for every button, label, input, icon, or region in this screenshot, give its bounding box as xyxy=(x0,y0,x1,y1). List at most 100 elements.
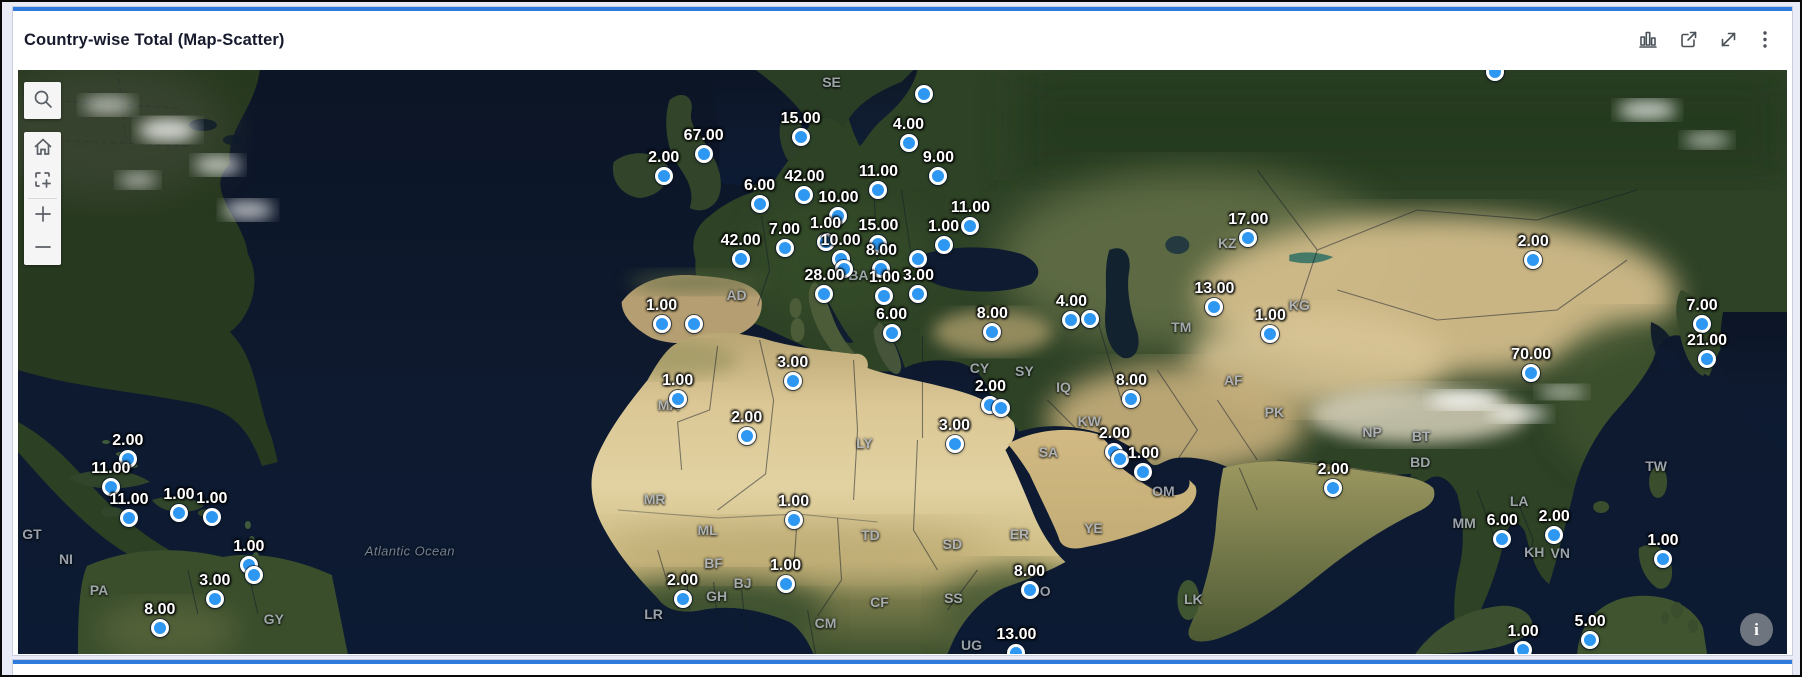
scatter-marker-icon[interactable] xyxy=(883,324,901,342)
scatter-marker-icon[interactable] xyxy=(1062,311,1080,329)
point-value-label: 13.00 xyxy=(996,626,1036,644)
point-value-label: 15.00 xyxy=(858,217,898,235)
scatter-marker-icon[interactable] xyxy=(1239,229,1257,247)
next-widget-top-accent xyxy=(13,660,1792,664)
scatter-marker-icon[interactable] xyxy=(784,372,802,390)
open-in-new-icon xyxy=(1678,29,1699,53)
scatter-marker-icon[interactable] xyxy=(792,128,810,146)
scatter-marker-icon[interactable] xyxy=(875,287,893,305)
scatter-marker-icon[interactable] xyxy=(732,250,750,268)
scatter-marker-icon[interactable] xyxy=(909,285,927,303)
scatter-marker-icon[interactable] xyxy=(685,315,703,333)
scatter-marker-icon[interactable] xyxy=(961,217,979,235)
scatter-marker-icon[interactable] xyxy=(776,239,794,257)
scatter-marker-icon[interactable] xyxy=(900,134,918,152)
expand-button[interactable] xyxy=(1716,27,1741,55)
map-zoom-in-button[interactable] xyxy=(24,199,61,232)
map-attribution-button[interactable]: i xyxy=(1740,613,1773,646)
scatter-marker-icon[interactable] xyxy=(1205,298,1223,316)
scatter-marker-icon[interactable] xyxy=(1007,644,1025,654)
scatter-marker-icon[interactable] xyxy=(1081,310,1099,328)
point-value-label: 1.00 xyxy=(1128,445,1159,463)
scatter-marker-icon[interactable] xyxy=(1693,315,1711,333)
map-canvas[interactable]: SEADMAMRMLBFBJGHLRTDSDERCFCMSSUGSOLYGTNI… xyxy=(18,70,1787,654)
scatter-marker-icon[interactable] xyxy=(119,450,137,468)
kebab-menu-icon xyxy=(1758,29,1772,53)
scatter-marker-icon[interactable] xyxy=(102,478,120,496)
scatter-marker-icon[interactable] xyxy=(815,285,833,303)
scatter-marker-icon[interactable] xyxy=(929,167,947,185)
scatter-marker-icon[interactable] xyxy=(751,195,769,213)
scatter-marker-icon[interactable] xyxy=(1698,350,1716,368)
point-value-label: 6.00 xyxy=(1487,512,1518,530)
scatter-marker-icon[interactable] xyxy=(1514,641,1532,654)
plus-icon xyxy=(32,203,54,228)
scatter-marker-icon[interactable] xyxy=(674,590,692,608)
point-value-label: 1.00 xyxy=(233,538,264,556)
point-value-label: 1.00 xyxy=(778,493,809,511)
scatter-marker-icon[interactable] xyxy=(1581,631,1599,649)
point-value-label: 2.00 xyxy=(112,432,143,450)
scatter-marker-icon[interactable] xyxy=(795,186,813,204)
scatter-marker-icon[interactable] xyxy=(777,575,795,593)
open-in-new-button[interactable] xyxy=(1676,27,1701,55)
scatter-marker-icon[interactable] xyxy=(869,235,887,253)
scatter-marker-icon[interactable] xyxy=(1324,479,1342,497)
point-value-label: 67.00 xyxy=(684,127,724,145)
point-value-label: 8.00 xyxy=(977,305,1008,323)
scatter-marker-icon[interactable] xyxy=(935,236,953,254)
scatter-marker-icon[interactable] xyxy=(151,619,169,637)
scatter-marker-icon[interactable] xyxy=(869,181,887,199)
scatter-marker-icon[interactable] xyxy=(1654,550,1672,568)
scatter-marker-icon[interactable] xyxy=(695,145,713,163)
scatter-marker-icon[interactable] xyxy=(655,167,673,185)
scatter-marker-icon[interactable] xyxy=(817,233,835,251)
point-value-label: 2.00 xyxy=(1318,461,1349,479)
scatter-marker-icon[interactable] xyxy=(915,85,933,103)
scatter-marker-icon[interactable] xyxy=(983,323,1001,341)
chart-options-button[interactable] xyxy=(1635,26,1661,55)
point-value-label: 3.00 xyxy=(777,354,808,372)
scatter-marker-icon[interactable] xyxy=(1486,70,1504,81)
map-home-button[interactable] xyxy=(24,132,61,165)
more-options-button[interactable] xyxy=(1756,27,1774,55)
point-value-label: 8.00 xyxy=(1014,563,1045,581)
point-value-label: 2.00 xyxy=(975,378,1006,396)
scatter-marker-icon[interactable] xyxy=(1545,526,1563,544)
scatter-marker-icon[interactable] xyxy=(1122,390,1140,408)
scatter-marker-icon[interactable] xyxy=(909,250,927,268)
scatter-marker-icon[interactable] xyxy=(1524,251,1542,269)
scatter-marker-icon[interactable] xyxy=(1134,463,1152,481)
point-value-label: 3.00 xyxy=(903,267,934,285)
scatter-marker-icon[interactable] xyxy=(653,315,671,333)
scatter-marker-icon[interactable] xyxy=(1261,325,1279,343)
scatter-marker-icon[interactable] xyxy=(1021,581,1039,599)
point-value-label: 15.00 xyxy=(781,110,821,128)
search-icon xyxy=(32,88,54,113)
scatter-marker-icon[interactable] xyxy=(206,590,224,608)
scatter-marker-icon[interactable] xyxy=(1111,450,1129,468)
point-value-label: 11.00 xyxy=(951,199,990,217)
scatter-marker-icon[interactable] xyxy=(785,511,803,529)
scatter-marker-icon[interactable] xyxy=(1522,364,1540,382)
scatter-marker-icon[interactable] xyxy=(203,508,221,526)
scatter-marker-icon[interactable] xyxy=(738,427,756,445)
next-widget-peek xyxy=(12,659,1793,677)
point-value-label: 1.00 xyxy=(163,486,194,504)
scatter-marker-icon[interactable] xyxy=(872,260,890,278)
scatter-marker-icon[interactable] xyxy=(669,390,687,408)
point-value-label: 10.00 xyxy=(818,189,858,207)
point-value-label: 8.00 xyxy=(144,601,175,619)
scatter-marker-icon[interactable] xyxy=(1493,530,1511,548)
scatter-marker-icon[interactable] xyxy=(245,566,263,584)
map-box-zoom-button[interactable] xyxy=(24,165,61,198)
scatter-marker-icon[interactable] xyxy=(170,504,188,522)
point-value-label: 6.00 xyxy=(744,177,775,195)
scatter-marker-icon[interactable] xyxy=(946,435,964,453)
scatter-marker-icon[interactable] xyxy=(829,207,847,225)
map-search-button[interactable] xyxy=(24,82,61,119)
map-zoom-out-button[interactable] xyxy=(24,232,61,265)
scatter-marker-icon[interactable] xyxy=(992,399,1010,417)
scatter-marker-icon[interactable] xyxy=(120,509,138,527)
scatter-marker-icon[interactable] xyxy=(835,260,853,278)
